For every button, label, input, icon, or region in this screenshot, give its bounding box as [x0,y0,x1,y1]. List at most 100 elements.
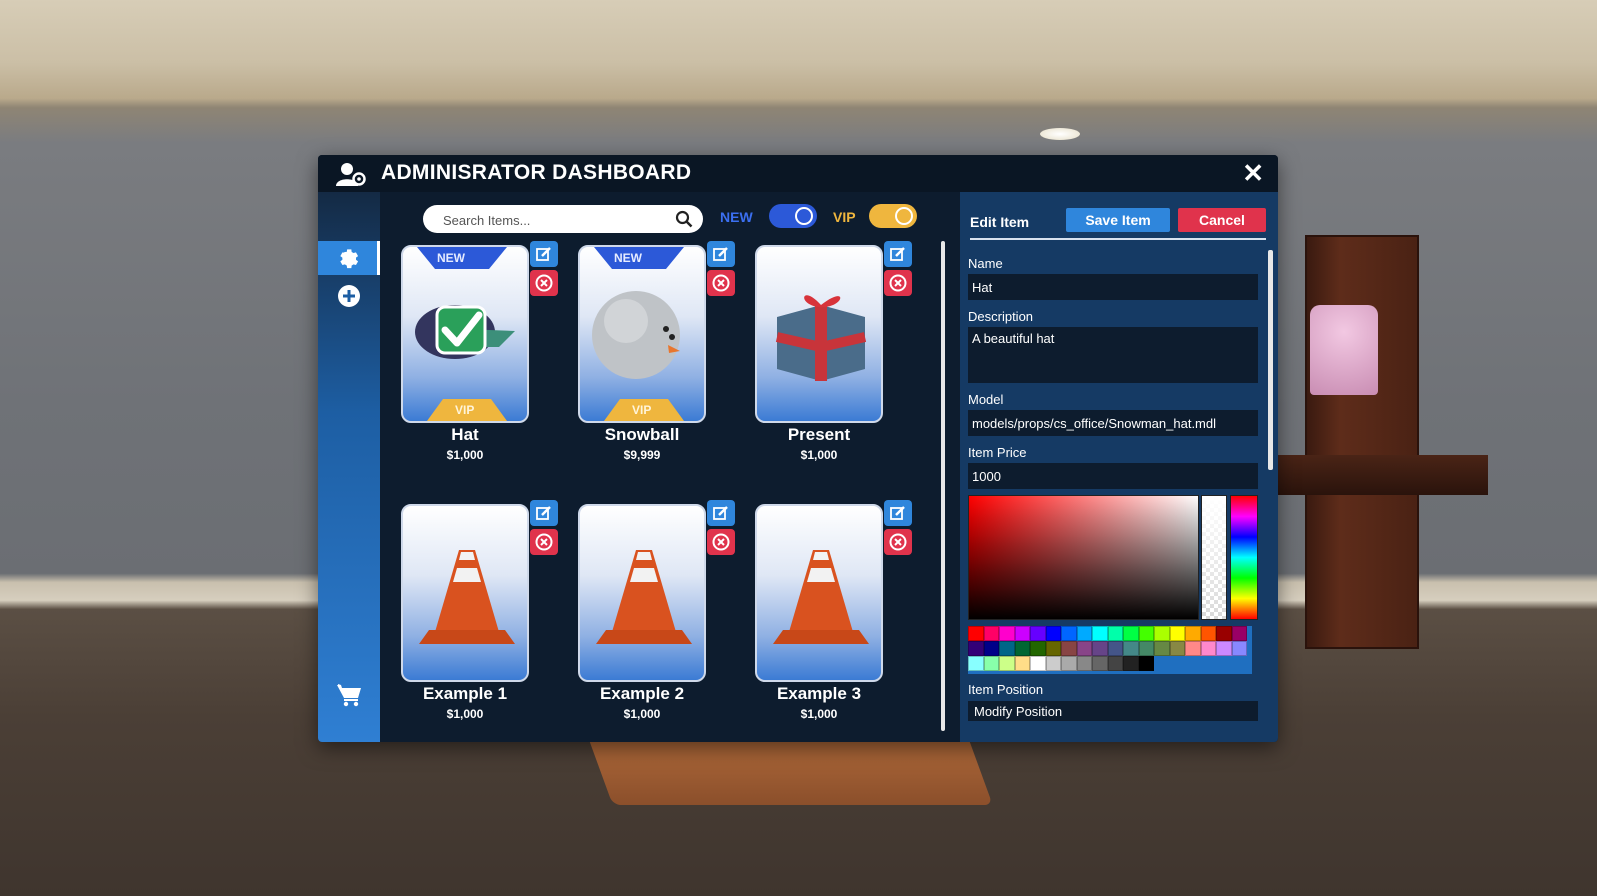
traffic-cone-image [419,550,515,644]
color-swatch[interactable] [1076,626,1092,641]
color-swatch[interactable] [1138,641,1154,656]
color-swatch[interactable] [1200,641,1216,656]
cart-icon [337,684,361,707]
delete-icon [889,533,907,551]
color-swatch[interactable] [1231,626,1247,641]
save-item-button[interactable]: Save Item [1066,208,1170,232]
model-label: Model [968,392,1004,407]
color-swatch[interactable] [999,626,1015,641]
color-swatch[interactable] [1107,641,1123,656]
delete-item-button[interactable] [530,529,558,555]
new-filter-toggle[interactable] [769,204,817,228]
color-swatch[interactable] [1123,656,1139,671]
color-swatch[interactable] [1076,656,1092,671]
sidebar-item-add[interactable] [318,279,380,313]
color-swatch[interactable] [1030,641,1046,656]
color-swatch[interactable] [1045,641,1061,656]
color-alpha-slider[interactable] [1201,495,1227,620]
color-swatch[interactable] [1061,656,1077,671]
color-swatch[interactable] [1138,656,1154,671]
edit-item-button[interactable] [884,500,912,526]
item-price: $1,000 [800,448,838,462]
item-card-example-1[interactable] [401,504,529,682]
color-swatch[interactable] [1030,626,1046,641]
item-card-snowball[interactable]: NEW VIP [578,245,706,423]
edit-item-button[interactable] [707,241,735,267]
color-swatch[interactable] [1123,626,1139,641]
search-icon[interactable] [675,210,693,228]
color-swatch[interactable] [1061,641,1077,656]
color-swatch[interactable] [1092,626,1108,641]
item-card-example-2[interactable] [578,504,706,682]
color-swatch[interactable] [1092,641,1108,656]
color-swatch[interactable] [999,641,1015,656]
new-filter-label: NEW [720,209,753,225]
delete-item-button[interactable] [530,270,558,296]
color-swatch[interactable] [1076,641,1092,656]
color-swatch[interactable] [1154,641,1170,656]
search-input[interactable] [441,209,675,231]
close-button[interactable]: ✕ [1242,158,1264,189]
delete-item-button[interactable] [707,270,735,296]
edit-item-button[interactable] [530,241,558,267]
background-shelf [1305,235,1419,649]
description-field[interactable]: A beautiful hat [968,327,1258,383]
edit-item-button[interactable] [884,241,912,267]
color-swatch[interactable] [1107,656,1123,671]
color-swatch[interactable] [1061,626,1077,641]
color-swatch[interactable] [1123,641,1139,656]
color-swatch[interactable] [1185,626,1201,641]
delete-icon [535,274,553,292]
color-hue-slider[interactable] [1230,495,1258,620]
delete-item-button[interactable] [884,270,912,296]
color-swatch[interactable] [968,626,984,641]
delete-item-button[interactable] [884,529,912,555]
cancel-button[interactable]: Cancel [1178,208,1266,232]
color-swatch[interactable] [1014,641,1030,656]
description-label: Description [968,309,1034,324]
item-grid-scrollbar[interactable] [941,241,945,731]
color-saturation-square[interactable] [968,495,1199,620]
edit-item-button[interactable] [530,500,558,526]
color-swatch[interactable] [1169,626,1185,641]
color-swatch[interactable] [1045,626,1061,641]
vip-filter-toggle[interactable] [869,204,917,228]
color-swatch[interactable] [968,641,984,656]
item-card-hat[interactable]: NEW VIP [401,245,529,423]
model-field[interactable] [968,410,1258,436]
edit-panel-scrollbar[interactable] [1268,250,1273,470]
color-swatch[interactable] [1169,641,1185,656]
color-swatch[interactable] [983,626,999,641]
toggle-knob [795,207,813,225]
color-swatch[interactable] [1231,641,1247,656]
color-swatch[interactable] [1092,656,1108,671]
modify-position-button[interactable]: Modify Position [968,701,1258,721]
color-swatch[interactable] [968,656,984,671]
color-swatch[interactable] [1185,641,1201,656]
vip-filter-label: VIP [833,209,856,225]
sidebar-item-settings[interactable] [318,241,380,275]
name-field[interactable] [968,274,1258,300]
item-card-present[interactable] [755,245,883,423]
delete-icon [712,533,730,551]
sidebar-item-shop[interactable] [318,678,380,712]
color-swatch[interactable] [999,656,1015,671]
edit-item-button[interactable] [707,500,735,526]
item-card-example-3[interactable] [755,504,883,682]
color-swatch[interactable] [1030,656,1046,671]
color-swatch[interactable] [1014,626,1030,641]
item-name: Hat [451,425,479,444]
delete-item-button[interactable] [707,529,735,555]
color-swatch[interactable] [1014,656,1030,671]
color-swatch[interactable] [1107,626,1123,641]
color-swatch[interactable] [1138,626,1154,641]
color-swatch[interactable] [983,656,999,671]
color-swatch[interactable] [1216,626,1232,641]
color-swatch[interactable] [983,641,999,656]
color-swatch[interactable] [1045,656,1061,671]
color-swatch[interactable] [1200,626,1216,641]
color-swatch[interactable] [1154,626,1170,641]
color-swatch[interactable] [1216,641,1232,656]
item-price-field[interactable] [968,463,1258,489]
edit-item-title: Edit Item [970,214,1030,230]
